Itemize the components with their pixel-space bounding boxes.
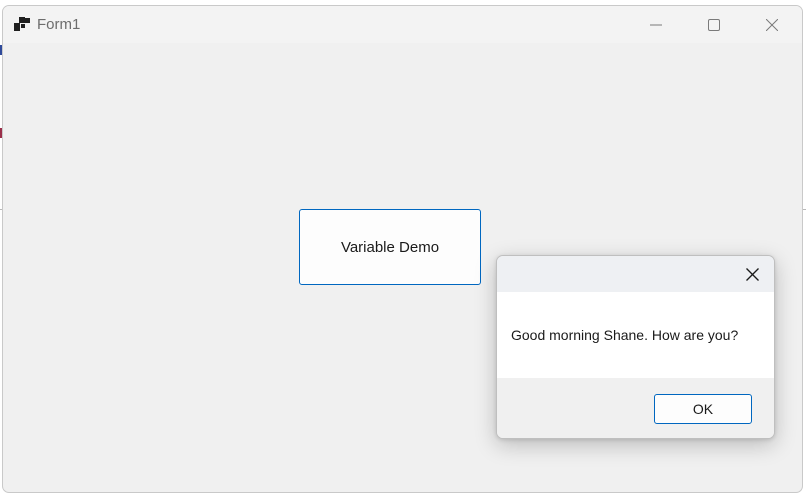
dialog-close-button[interactable] xyxy=(738,260,766,288)
close-icon xyxy=(745,267,759,281)
window-title: Form1 xyxy=(37,16,81,33)
close-icon xyxy=(766,18,778,31)
ok-button[interactable]: OK xyxy=(654,394,752,424)
dialog-body: Good morning Shane. How are you? xyxy=(497,292,774,378)
message-box-dialog: Good morning Shane. How are you? OK xyxy=(496,255,775,439)
maximize-icon xyxy=(708,18,720,31)
maximize-button[interactable] xyxy=(685,6,743,43)
minimize-icon xyxy=(650,24,662,25)
dialog-title-bar[interactable] xyxy=(497,256,774,292)
close-button[interactable] xyxy=(743,6,801,43)
minimize-button[interactable] xyxy=(627,6,685,43)
dialog-footer: OK xyxy=(497,378,774,438)
title-bar[interactable]: Form1 xyxy=(3,6,802,43)
dialog-message: Good morning Shane. How are you? xyxy=(511,327,739,343)
variable-demo-button[interactable]: Variable Demo xyxy=(299,209,481,285)
app-icon xyxy=(14,17,30,31)
